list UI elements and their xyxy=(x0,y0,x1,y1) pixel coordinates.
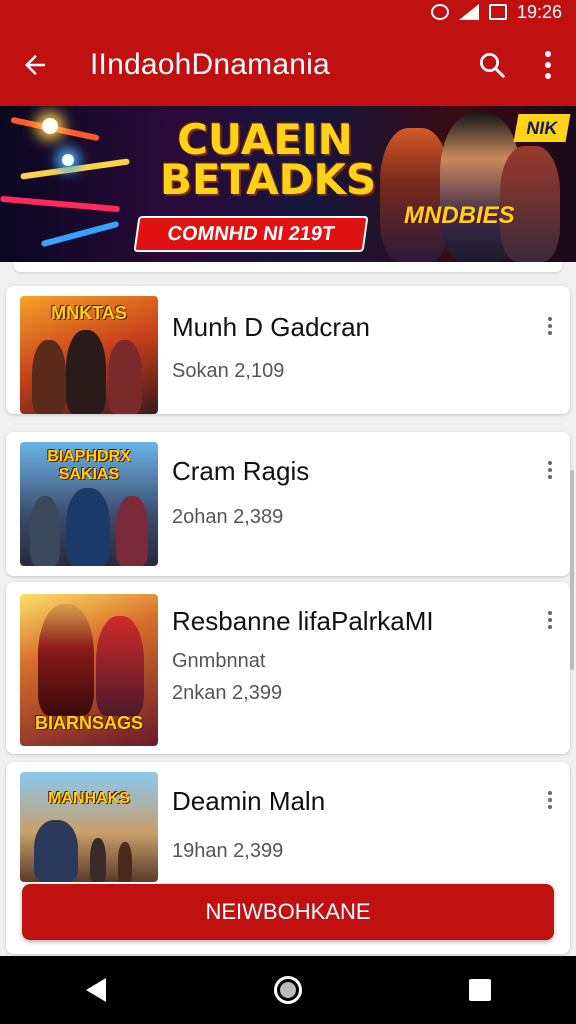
nav-back-icon xyxy=(86,978,106,1002)
banner-light-ray xyxy=(0,195,121,213)
banner-corner-badge: NIK xyxy=(513,114,571,142)
more-vert-icon xyxy=(548,461,552,479)
thumbnail-figure xyxy=(96,616,144,716)
game-meta: Gnmbnnat xyxy=(172,650,266,672)
more-vert-icon xyxy=(548,791,552,809)
battery-icon xyxy=(488,4,507,20)
back-button[interactable] xyxy=(0,24,70,106)
more-vert-icon xyxy=(545,51,551,79)
banner-brand-logo: MNDBIES xyxy=(404,202,515,229)
search-button[interactable] xyxy=(464,24,520,106)
nav-home-icon xyxy=(274,976,302,1004)
list-item[interactable]: BIAPHDRX SAKIAS Cram Ragis 2ohan 2,389 xyxy=(6,432,570,576)
thumbnail-figure xyxy=(32,340,66,414)
item-more-button[interactable] xyxy=(538,308,562,344)
item-more-button[interactable] xyxy=(538,452,562,488)
thumbnail-figure xyxy=(118,842,132,882)
scrollbar[interactable] xyxy=(570,470,574,670)
more-vert-icon xyxy=(548,317,552,335)
game-meta: 2nkan 2,399 xyxy=(172,682,283,704)
alarm-icon xyxy=(430,4,449,20)
page-title: IIndaohDnamania xyxy=(90,48,330,81)
banner-cta-button[interactable]: COMNHD NI 219T xyxy=(133,216,369,252)
thumbnail-title: BIAPHDRX SAKIAS xyxy=(47,448,131,483)
game-thumbnail: BIAPHDRX SAKIAS xyxy=(20,442,158,566)
signal-icon xyxy=(458,4,479,20)
list-item[interactable]: BIARNSAGS Resbanne lifaPalrkaMI Gnmbnnat… xyxy=(6,582,570,754)
nav-recents-icon xyxy=(469,979,491,1001)
thumbnail-title: BIARNSAGS xyxy=(34,713,143,733)
thumbnail-title: MANHAKS xyxy=(48,790,130,807)
more-vert-icon xyxy=(548,611,552,629)
game-thumbnail: MNKTAS xyxy=(20,296,158,414)
app-bar: IIndaohDnamania xyxy=(0,24,576,106)
thumbnail-figure xyxy=(30,496,60,566)
game-name: Cram Ragis xyxy=(172,456,310,486)
arrow-back-icon xyxy=(25,55,45,75)
status-time: 19:26 xyxy=(516,1,562,22)
thumbnail-figure xyxy=(116,496,148,566)
banner-light-dot xyxy=(42,118,58,134)
game-thumbnail: MANHAKS xyxy=(20,772,158,882)
thumbnail-figure xyxy=(66,488,110,566)
game-meta: 2ohan 2,389 xyxy=(172,506,284,528)
promo-banner[interactable]: CUAEIN BETADKS COMNHD NI 219T MNDBIES NI… xyxy=(0,106,576,262)
system-nav-bar xyxy=(0,956,576,1024)
status-bar: 19:26 xyxy=(0,0,576,24)
banner-headline: CUAEIN BETADKS xyxy=(160,115,377,204)
primary-action-button[interactable]: NEIWBOHKANE xyxy=(22,884,554,940)
thumbnail-figure xyxy=(90,838,106,882)
thumbnail-figure xyxy=(66,330,106,414)
nav-back-button[interactable] xyxy=(66,965,126,1015)
game-name: Deamin Maln xyxy=(172,786,326,816)
banner-light-ray xyxy=(20,158,130,180)
nav-home-button[interactable] xyxy=(258,965,318,1015)
search-icon xyxy=(480,53,505,78)
thumbnail-figure xyxy=(38,604,94,716)
item-more-button[interactable] xyxy=(538,782,562,818)
thumbnail-figure xyxy=(34,820,78,882)
item-more-button[interactable] xyxy=(538,602,562,638)
game-meta: Sokan 2,109 xyxy=(172,360,285,382)
thumbnail-figure xyxy=(108,340,142,414)
banner-light-dot xyxy=(62,154,74,166)
game-thumbnail: BIARNSAGS xyxy=(20,594,158,746)
game-meta: 19han 2,399 xyxy=(172,840,284,862)
banner-light-ray xyxy=(40,220,120,248)
list-top-edge xyxy=(14,262,562,272)
nav-recents-button[interactable] xyxy=(450,965,510,1015)
game-name: Resbanne lifaPalrkaMI xyxy=(172,606,434,636)
overflow-menu-button[interactable] xyxy=(520,24,576,106)
thumbnail-title: MNKTAS xyxy=(51,303,127,323)
game-name: Munh D Gadcran xyxy=(172,312,370,342)
list-item[interactable]: MNKTAS Munh D Gadcran Sokan 2,109 xyxy=(6,286,570,414)
